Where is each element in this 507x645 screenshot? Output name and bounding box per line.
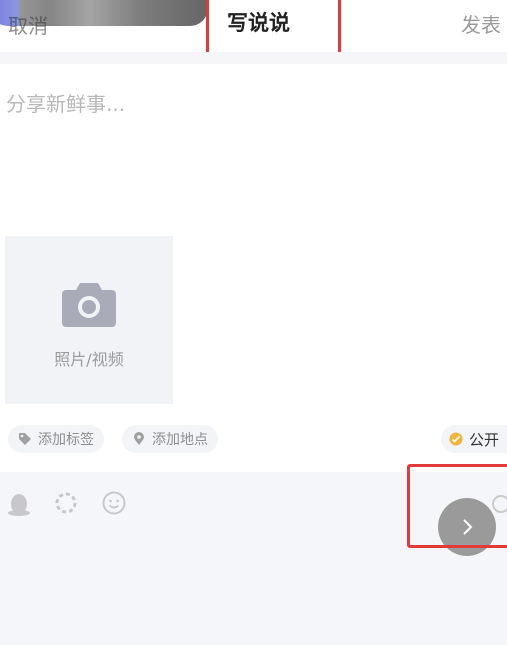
visibility-label: 公开	[469, 430, 500, 449]
tag-icon	[19, 433, 31, 445]
compose-input[interactable]: 分享新鲜事...	[6, 88, 125, 117]
add-location-label: 添加地点	[152, 432, 208, 448]
next-highlight-box	[407, 464, 507, 548]
add-photo-button[interactable]: 照片/视频	[5, 236, 173, 404]
add-tag-label: 添加标签	[38, 432, 94, 448]
header-divider	[0, 52, 507, 64]
photo-label: 照片/视频	[54, 350, 124, 369]
bottom-toolbar	[0, 464, 507, 645]
top-bar: 取消 写说说 发表	[0, 0, 507, 63]
emoji-icon[interactable]	[101, 490, 127, 516]
visibility-selector[interactable]: 公开	[441, 425, 507, 453]
publish-button[interactable]: 发表	[461, 9, 507, 38]
public-icon	[449, 432, 463, 446]
location-pin-icon	[134, 432, 144, 445]
camera-icon	[62, 283, 116, 327]
add-tag-button[interactable]: 添加标签	[8, 425, 104, 453]
qq-penguin-icon[interactable]	[6, 490, 32, 516]
add-location-button[interactable]: 添加地点	[122, 425, 218, 453]
refresh-icon[interactable]	[53, 490, 79, 516]
cancel-button[interactable]: 取消	[8, 10, 48, 39]
